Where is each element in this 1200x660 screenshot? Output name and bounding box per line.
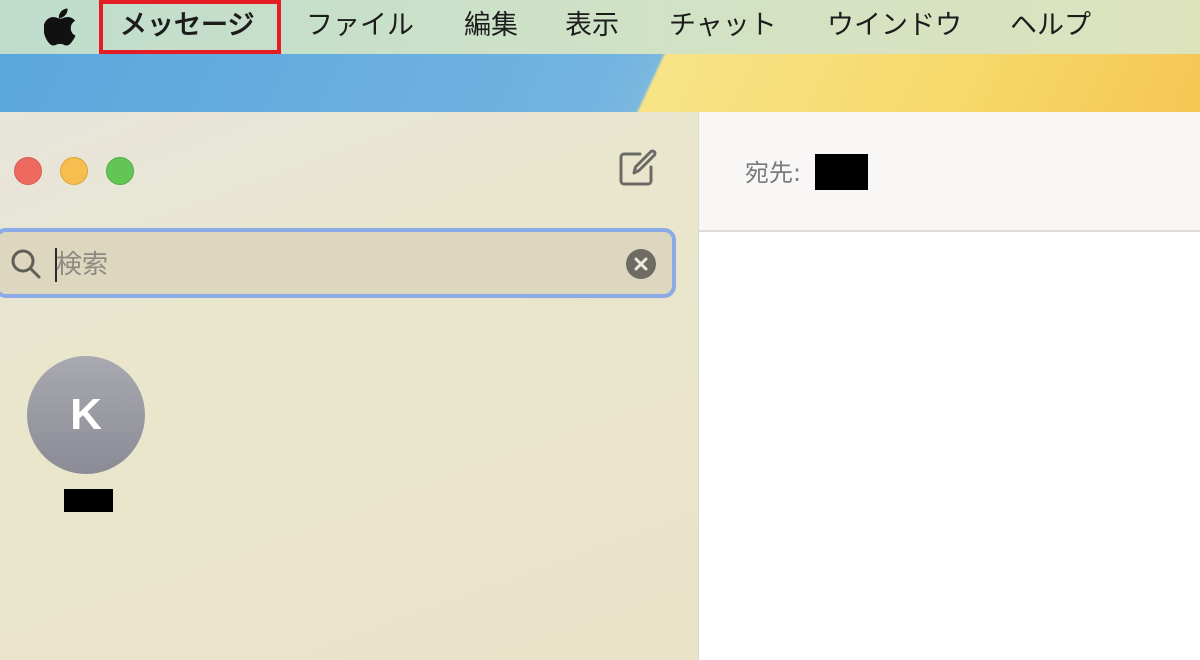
search-placeholder[interactable]: 検索 (56, 246, 108, 284)
menu-edit[interactable]: 編集 (464, 0, 518, 54)
menu-view[interactable]: 表示 (565, 0, 619, 54)
search-icon (11, 249, 41, 279)
menu-help[interactable]: ヘルプ (1010, 0, 1091, 54)
avatar[interactable]: K (27, 356, 145, 474)
close-button[interactable] (14, 157, 42, 185)
menu-chat[interactable]: チャット (669, 0, 777, 54)
desktop-wallpaper (0, 54, 1200, 112)
conversation-body (698, 232, 1200, 660)
clear-icon (634, 257, 648, 271)
menu-window[interactable]: ウインドウ (827, 0, 962, 54)
recipient-redacted[interactable] (815, 154, 868, 190)
compose-icon[interactable] (616, 148, 658, 190)
minimize-button[interactable] (60, 157, 88, 185)
menu-bar: メッセージ ファイル 編集 表示 チャット ウインドウ ヘルプ (0, 0, 1200, 54)
apple-icon[interactable] (44, 8, 78, 46)
menu-file[interactable]: ファイル (306, 0, 414, 54)
to-label: 宛先: (745, 159, 802, 187)
zoom-button[interactable] (106, 157, 134, 185)
highlight-annotation (99, 0, 281, 54)
contact-name-redacted (64, 489, 113, 512)
clear-search-button[interactable] (626, 249, 656, 279)
